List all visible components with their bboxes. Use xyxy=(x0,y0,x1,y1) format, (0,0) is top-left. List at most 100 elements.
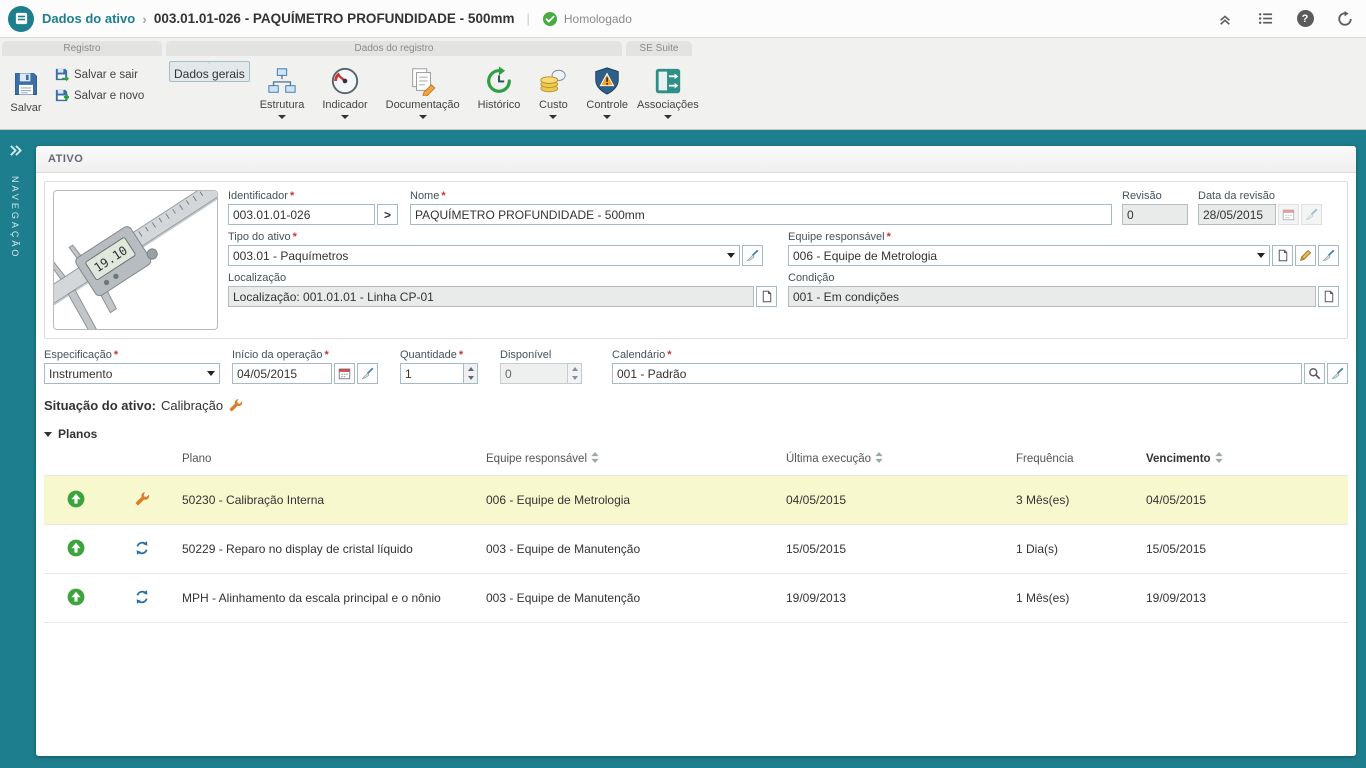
title-divider: | xyxy=(526,11,529,26)
save-new-button[interactable]: Salvar e novo xyxy=(54,88,144,103)
ribbon-group-se-suite-label: SE Suite xyxy=(626,41,692,56)
cell-vencimento: 19/09/2013 xyxy=(1140,574,1348,623)
equipe-select[interactable]: 006 - Equipe de Metrologia xyxy=(788,245,1270,266)
cell-equipe: 006 - Equipe de Metrologia xyxy=(480,476,780,525)
tab-dados-gerais[interactable]: Dados gerais xyxy=(169,61,250,82)
history-icon xyxy=(484,66,514,96)
quantidade-stepper[interactable] xyxy=(464,363,478,384)
inicio-operacao-clear-button[interactable] xyxy=(357,363,378,384)
tab-documentacao[interactable]: Documentação xyxy=(378,61,468,123)
cell-plano: 50230 - Calibração Interna xyxy=(176,476,480,525)
save-exit-button[interactable]: Salvar e sair xyxy=(54,67,144,82)
table-row[interactable]: MPH - Alinhamento da escala principal e … xyxy=(44,574,1348,623)
col-equipe[interactable]: Equipe responsável xyxy=(480,443,780,476)
col-ultima-execucao[interactable]: Última execução xyxy=(780,443,1010,476)
data-revisao-input xyxy=(1198,204,1276,225)
required-icon: * xyxy=(290,190,294,202)
inicio-operacao-field: Início da operação* xyxy=(232,349,378,384)
activate-plan-icon[interactable] xyxy=(67,546,85,560)
ribbon-group-registro-label: Registro xyxy=(2,41,162,56)
col-plano[interactable]: Plano xyxy=(176,443,480,476)
identificador-label: Identificador xyxy=(228,190,288,202)
save-button[interactable]: Salvar xyxy=(4,61,48,123)
nome-label: Nome xyxy=(410,190,439,202)
tipo-ativo-clear-button[interactable] xyxy=(742,245,763,266)
revisao-label: Revisão xyxy=(1122,190,1162,202)
quantidade-input[interactable] xyxy=(400,363,464,384)
nome-input[interactable] xyxy=(410,204,1112,225)
identificador-open-button[interactable]: > xyxy=(377,204,398,225)
required-icon: * xyxy=(459,349,463,361)
sort-icon[interactable] xyxy=(1215,452,1223,466)
search-icon[interactable] xyxy=(1304,363,1325,384)
equipe-edit-button[interactable] xyxy=(1295,245,1316,266)
asset-panel: ATIVO xyxy=(36,146,1356,756)
data-revisao-label: Data da revisão xyxy=(1198,190,1275,202)
activate-plan-icon[interactable] xyxy=(67,595,85,609)
tipo-ativo-select[interactable]: 003.01 - Paquímetros xyxy=(228,245,740,266)
asset-photo[interactable]: 19.10 xyxy=(53,190,218,330)
help-icon[interactable]: ? xyxy=(1296,10,1314,28)
localizacao-view-button[interactable] xyxy=(756,286,777,307)
calendario-input[interactable] xyxy=(612,363,1302,384)
inicio-operacao-input[interactable] xyxy=(232,363,332,384)
equipe-clear-button[interactable] xyxy=(1318,245,1339,266)
equipe-view-button[interactable] xyxy=(1272,245,1293,266)
wrench-icon[interactable] xyxy=(228,398,243,413)
chevron-down-icon xyxy=(341,115,349,119)
sort-icon[interactable] xyxy=(875,452,883,466)
condicao-view-button[interactable] xyxy=(1318,286,1339,307)
planos-section-toggle[interactable]: Planos xyxy=(44,427,1348,441)
navigation-strip: NAVEGAÇÃO xyxy=(0,130,30,768)
collapse-ribbon-icon[interactable] xyxy=(1216,10,1234,28)
revisao-input xyxy=(1122,204,1188,225)
calendar-icon[interactable] xyxy=(334,363,355,384)
especificacao-field: Especificação* Instrumento xyxy=(44,349,220,384)
status-badge: Homologado xyxy=(542,11,632,27)
table-row[interactable]: 50230 - Calibração Interna 006 - Equipe … xyxy=(44,476,1348,525)
tab-custo[interactable]: Custo xyxy=(530,61,576,123)
activate-plan-icon[interactable] xyxy=(67,497,85,511)
col-status xyxy=(44,443,108,476)
breadcrumb-root[interactable]: Dados do ativo xyxy=(42,11,135,26)
cell-plano: MPH - Alinhamento da escala principal e … xyxy=(176,574,480,623)
required-icon: * xyxy=(887,231,891,243)
app-logo-icon[interactable] xyxy=(8,6,34,32)
tab-associacoes[interactable]: Associações xyxy=(629,61,707,123)
cell-equipe: 003 - Equipe de Manutenção xyxy=(480,574,780,623)
homologado-check-icon xyxy=(542,11,558,27)
chevron-down-icon xyxy=(278,115,286,119)
data-revisao-field: Data da revisão xyxy=(1198,190,1326,225)
tab-indicador[interactable]: Indicador xyxy=(314,61,375,123)
table-row[interactable]: 50229 - Reparo no display de cristal líq… xyxy=(44,525,1348,574)
chevron-down-icon xyxy=(207,371,215,376)
condicao-label: Condição xyxy=(788,272,834,284)
navigation-label: NAVEGAÇÃO xyxy=(10,176,20,259)
sort-icon[interactable] xyxy=(591,452,599,466)
refresh-icon[interactable] xyxy=(1336,10,1354,28)
ribbon-group-se-suite: SE Suite Associações xyxy=(626,41,692,126)
associations-icon xyxy=(653,66,683,96)
list-menu-icon[interactable] xyxy=(1256,10,1274,28)
calendar-icon xyxy=(1278,204,1299,225)
chevron-down-icon xyxy=(727,253,735,258)
expand-navigation-button[interactable] xyxy=(8,144,23,162)
table-header-row: Plano Equipe responsável Última execução… xyxy=(44,443,1348,476)
tipo-ativo-label: Tipo do ativo xyxy=(228,231,291,243)
calendario-clear-button[interactable] xyxy=(1327,363,1348,384)
col-frequencia[interactable]: Frequência xyxy=(1010,443,1140,476)
required-icon: * xyxy=(441,190,445,202)
shield-icon xyxy=(592,66,622,96)
col-vencimento[interactable]: Vencimento xyxy=(1140,443,1348,476)
cell-equipe: 003 - Equipe de Manutenção xyxy=(480,525,780,574)
identificador-input[interactable] xyxy=(228,204,375,225)
coins-icon xyxy=(538,66,568,96)
tab-historico[interactable]: Histórico xyxy=(470,61,529,123)
chevron-down-icon xyxy=(1257,253,1265,258)
required-icon: * xyxy=(667,349,671,361)
calendario-label: Calendário xyxy=(612,349,665,361)
especificacao-select[interactable]: Instrumento xyxy=(44,363,220,384)
gauge-icon xyxy=(330,66,360,96)
section-header: ATIVO xyxy=(36,146,1356,173)
tab-estrutura[interactable]: Estrutura xyxy=(252,61,313,123)
